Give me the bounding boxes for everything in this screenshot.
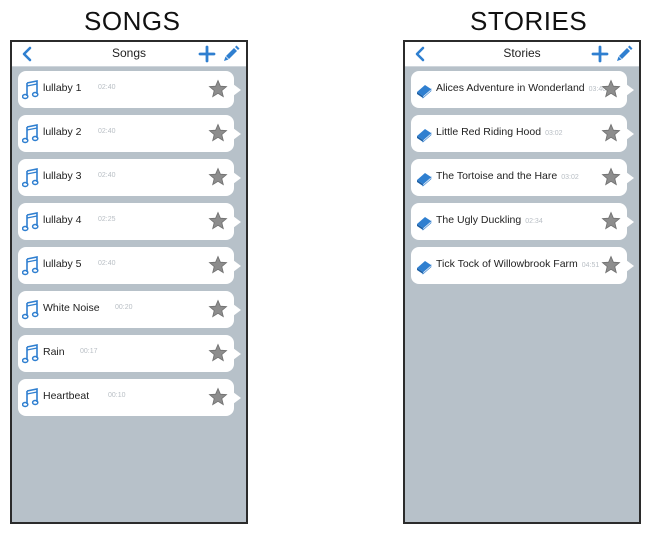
book-icon	[415, 80, 433, 100]
song-duration: 02:40	[98, 128, 116, 135]
song-row[interactable]: lullaby 4 02:25	[18, 203, 241, 240]
story-row[interactable]: Tick Tock of Willowbrook Farm 04:51	[411, 247, 634, 284]
story-title: Little Red Riding Hood 03:02	[436, 126, 563, 138]
song-title: lullaby 2	[43, 126, 82, 138]
add-plus-icon[interactable]	[198, 45, 216, 63]
song-name: Rain	[43, 346, 65, 358]
edit-pencil-icon[interactable]	[222, 44, 240, 62]
edit-pencil-icon[interactable]	[615, 44, 633, 62]
song-name: lullaby 5	[43, 258, 82, 270]
favorite-star-icon[interactable]	[208, 387, 228, 407]
book-icon	[415, 124, 433, 144]
song-title: Heartbeat	[43, 390, 89, 402]
music-note-icon	[21, 388, 40, 408]
song-title: White Noise	[43, 302, 100, 314]
song-title: Rain	[43, 346, 65, 358]
story-duration: 03:02	[561, 174, 579, 181]
book-icon	[415, 168, 433, 188]
story-duration: 02:34	[525, 218, 543, 225]
song-duration: 02:40	[98, 172, 116, 179]
stories-list: Alices Adventure in Wonderland 03:40 Littl…	[405, 67, 639, 284]
song-name: lullaby 4	[43, 214, 82, 226]
songs-nav-bar: Songs	[12, 42, 246, 67]
song-row[interactable]: White Noise 00:20	[18, 291, 241, 328]
song-row[interactable]: Rain 00:17	[18, 335, 241, 372]
song-name: lullaby 2	[43, 126, 82, 138]
music-note-icon	[21, 212, 40, 232]
stories-heading: STORIES	[470, 6, 588, 36]
favorite-star-icon[interactable]	[208, 123, 228, 143]
story-name: Little Red Riding Hood	[436, 126, 542, 138]
favorite-star-icon[interactable]	[208, 299, 228, 319]
story-row[interactable]: Alices Adventure in Wonderland 03:40	[411, 71, 634, 108]
song-duration: 02:25	[98, 216, 116, 223]
song-row[interactable]: Heartbeat 00:10	[18, 379, 241, 416]
story-title: Tick Tock of Willowbrook Farm 04:51	[436, 258, 599, 270]
music-note-icon	[21, 256, 40, 276]
book-icon	[415, 212, 433, 232]
music-note-icon	[21, 124, 40, 144]
song-title: lullaby 1	[43, 82, 82, 94]
songs-screen: Songs lullaby 1 02:40 lullaby 2 02:40 lullab…	[10, 40, 248, 524]
favorite-star-icon[interactable]	[208, 255, 228, 275]
story-name: The Tortoise and the Hare	[436, 170, 558, 182]
story-name: Tick Tock of Willowbrook Farm	[436, 258, 578, 270]
song-duration: 00:20	[115, 304, 133, 311]
song-title: lullaby 5	[43, 258, 82, 270]
add-plus-icon[interactable]	[591, 45, 609, 63]
music-note-icon	[21, 344, 40, 364]
favorite-star-icon[interactable]	[208, 343, 228, 363]
book-icon	[415, 256, 433, 276]
song-duration: 02:40	[98, 84, 116, 91]
songs-heading: SONGS	[84, 6, 181, 36]
song-row[interactable]: lullaby 5 02:40	[18, 247, 241, 284]
songs-list: lullaby 1 02:40 lullaby 2 02:40 lullaby 3 02:…	[12, 67, 246, 416]
story-row[interactable]: The Ugly Duckling 02:34	[411, 203, 634, 240]
song-row[interactable]: lullaby 2 02:40	[18, 115, 241, 152]
song-name: White Noise	[43, 302, 100, 314]
story-duration: 03:02	[545, 130, 563, 137]
favorite-star-icon[interactable]	[601, 255, 621, 275]
favorite-star-icon[interactable]	[601, 167, 621, 187]
story-row[interactable]: The Tortoise and the Hare 03:02	[411, 159, 634, 196]
music-note-icon	[21, 168, 40, 188]
song-name: lullaby 3	[43, 170, 82, 182]
song-name: lullaby 1	[43, 82, 82, 94]
story-title: The Tortoise and the Hare 03:02	[436, 170, 579, 182]
song-duration: 00:10	[108, 392, 126, 399]
stories-nav-bar: Stories	[405, 42, 639, 67]
favorite-star-icon[interactable]	[601, 211, 621, 231]
story-duration: 04:51	[581, 262, 600, 269]
favorite-star-icon[interactable]	[601, 123, 621, 143]
favorite-star-icon[interactable]	[601, 79, 621, 99]
song-row[interactable]: lullaby 1 02:40	[18, 71, 241, 108]
song-title: lullaby 3	[43, 170, 82, 182]
song-duration: 02:40	[98, 260, 116, 267]
song-title: lullaby 4	[43, 214, 82, 226]
story-title: Alices Adventure in Wonderland 03:40	[436, 82, 606, 94]
story-title: The Ugly Duckling 02:34	[436, 214, 543, 226]
story-name: Alices Adventure in Wonderland	[436, 82, 585, 94]
song-name: Heartbeat	[43, 390, 90, 402]
stories-screen: Stories Alices Adventure in Wonderland 03…	[403, 40, 641, 524]
music-note-icon	[21, 300, 40, 320]
story-row[interactable]: Little Red Riding Hood 03:02	[411, 115, 634, 152]
story-name: The Ugly Duckling	[436, 214, 522, 226]
favorite-star-icon[interactable]	[208, 79, 228, 99]
favorite-star-icon[interactable]	[208, 167, 228, 187]
song-duration: 00:17	[80, 348, 98, 355]
favorite-star-icon[interactable]	[208, 211, 228, 231]
song-row[interactable]: lullaby 3 02:40	[18, 159, 241, 196]
music-note-icon	[21, 80, 40, 100]
